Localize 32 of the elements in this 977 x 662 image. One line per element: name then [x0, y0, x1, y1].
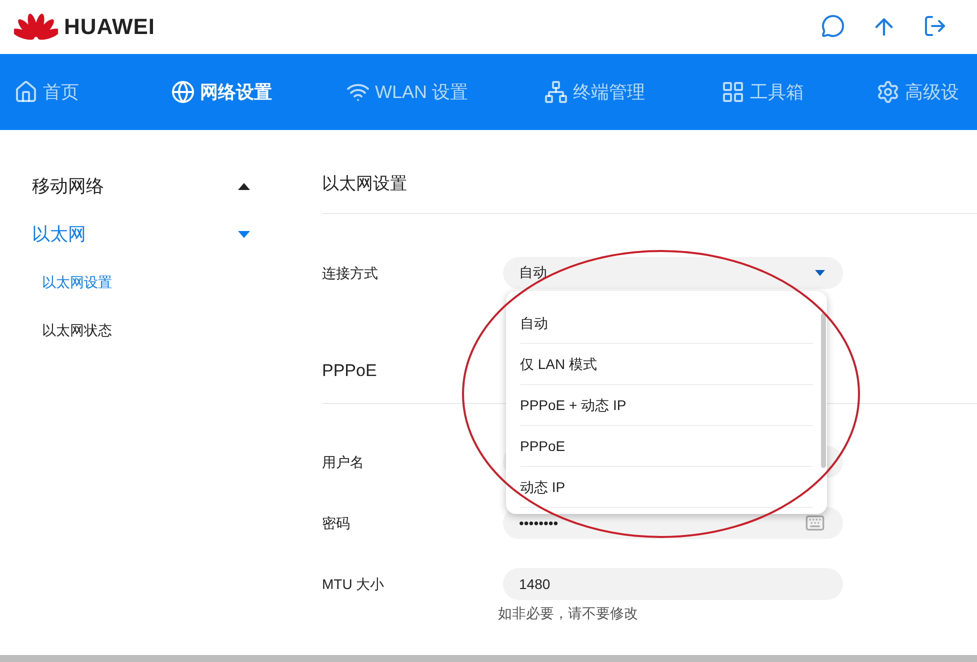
dropdown-option[interactable]: 自动: [520, 303, 813, 344]
home-icon: [14, 80, 38, 104]
keyboard-icon[interactable]: [805, 513, 825, 533]
input-field[interactable]: 1480: [503, 568, 843, 600]
network-icon: [544, 80, 568, 104]
field-label: 密码: [322, 514, 351, 533]
hint-text: 如非必要，请不要修改: [498, 605, 639, 623]
scrollbar[interactable]: [821, 313, 826, 468]
brand-name: HUAWEI: [64, 14, 155, 40]
caret-icon: [238, 230, 250, 238]
field-label: MTU 大小: [322, 575, 386, 594]
caret-icon: [815, 270, 825, 276]
dropdown-option[interactable]: 动态 IP: [520, 467, 813, 508]
dropdown-option[interactable]: 仅 LAN 模式: [520, 344, 813, 385]
sidebar-subitem[interactable]: 以太网状态: [32, 306, 280, 354]
dropdown-option[interactable]: PPPoE: [520, 426, 813, 467]
gear-icon: [876, 80, 900, 104]
section-title: 以太网设置: [322, 130, 977, 214]
flower-logo-icon: [14, 11, 58, 43]
sidebar-item[interactable]: 移动网络: [32, 162, 250, 210]
dropdown-option[interactable]: PPPoE + 动态 IP: [520, 385, 813, 426]
field-label: 用户名: [322, 453, 365, 472]
sidebar-item[interactable]: 以太网: [32, 210, 250, 258]
sidebar-subitem[interactable]: 以太网设置: [32, 258, 280, 306]
caret-icon: [238, 182, 250, 190]
globe-icon: [171, 80, 195, 104]
logout-icon[interactable]: [923, 14, 947, 38]
field-label: 连接方式: [322, 264, 379, 283]
grid-icon: [721, 80, 746, 104]
chat-icon[interactable]: [821, 14, 845, 38]
select-field[interactable]: 自动: [503, 257, 843, 289]
nav-tab[interactable]: 网络设置: [171, 80, 272, 104]
